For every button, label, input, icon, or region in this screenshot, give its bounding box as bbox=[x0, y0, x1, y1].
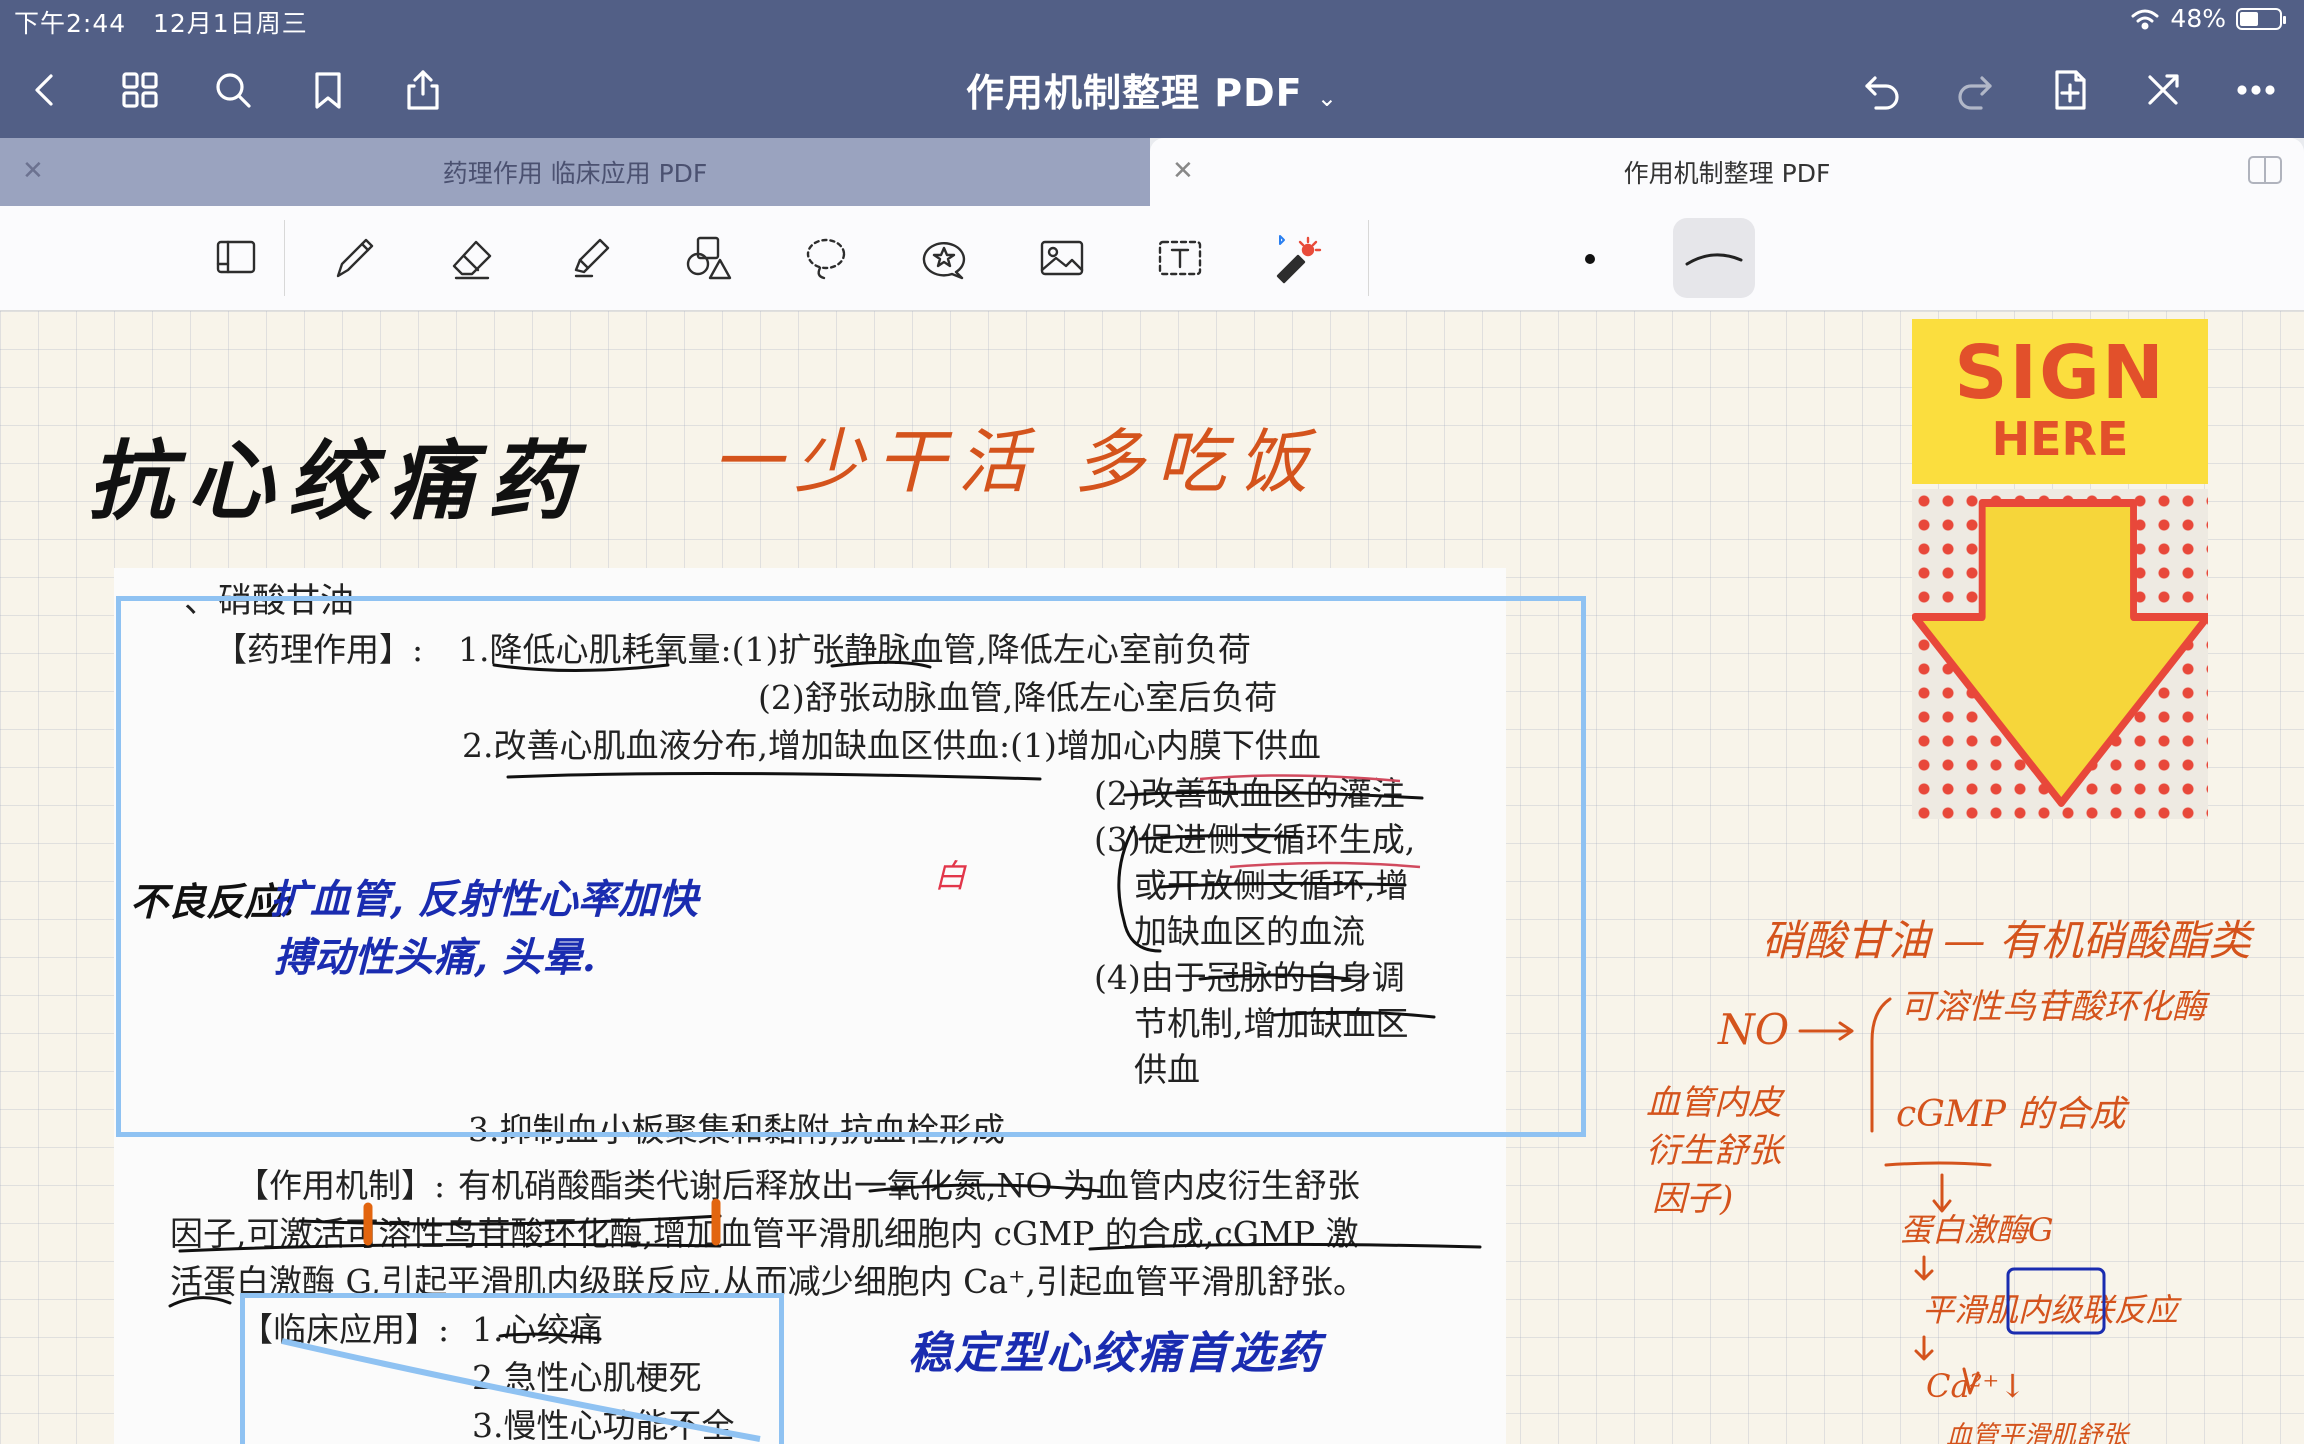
close-icon[interactable]: ✕ bbox=[1172, 156, 1194, 186]
status-indicators: 48% bbox=[2130, 4, 2286, 33]
close-icon[interactable]: ✕ bbox=[22, 156, 44, 186]
tab-label: 作用机制整理 PDF bbox=[1623, 159, 1831, 188]
tab-bar: ✕ 药理作用 临床应用 PDF ✕ 作用机制整理 PDF bbox=[0, 138, 2304, 206]
pages-tool[interactable] bbox=[202, 224, 270, 292]
eraser-tool[interactable] bbox=[438, 224, 506, 292]
battery-percent: 48% bbox=[2170, 4, 2226, 33]
lasso-tool[interactable] bbox=[792, 224, 860, 292]
text-tool[interactable] bbox=[1146, 224, 1214, 292]
image-icon bbox=[1040, 240, 1084, 276]
sticker-icon bbox=[922, 242, 966, 280]
pages-icon bbox=[216, 240, 256, 274]
laser-pointer-tool[interactable] bbox=[1262, 224, 1330, 292]
undo-button[interactable] bbox=[1852, 60, 1912, 120]
sticker-tool[interactable] bbox=[910, 224, 978, 292]
lasso-icon bbox=[806, 238, 846, 280]
highlighter-icon bbox=[574, 238, 610, 278]
undo-icon bbox=[1865, 76, 1899, 110]
laser-pointer-icon bbox=[1276, 235, 1322, 284]
arrow-down-icon bbox=[1911, 499, 2211, 807]
tab-label: 药理作用 临床应用 PDF bbox=[442, 159, 708, 188]
wifi-icon bbox=[2131, 9, 2159, 29]
close-icon bbox=[2148, 74, 2179, 105]
split-view-icon[interactable] bbox=[2248, 156, 2282, 184]
redo-icon bbox=[1958, 76, 1992, 110]
image-tool[interactable] bbox=[1028, 224, 1096, 292]
pen-size-dot[interactable] bbox=[1585, 254, 1595, 264]
close-document-button[interactable] bbox=[2133, 60, 2193, 120]
add-page-button[interactable] bbox=[2040, 60, 2100, 120]
sign-arrow-sticker[interactable] bbox=[1911, 489, 2211, 819]
more-button[interactable] bbox=[2226, 60, 2286, 120]
text-icon bbox=[1158, 240, 1202, 276]
tab-mechanism-pdf[interactable]: ✕ 作用机制整理 PDF bbox=[1150, 138, 2304, 206]
pen-icon bbox=[336, 238, 374, 278]
eraser-icon bbox=[452, 240, 492, 280]
highlighter-tool[interactable] bbox=[556, 224, 624, 292]
shapes-tool[interactable] bbox=[674, 224, 742, 292]
more-icon bbox=[2237, 85, 2275, 95]
sign-here-sticker[interactable]: SIGN HERE bbox=[1912, 319, 2208, 484]
note-canvas[interactable]: 抗心绞痛药 一少干活 多吃饭 一、硝酸甘油 【药理作用】: 1.降低心肌耗氧量:… bbox=[0, 311, 2304, 1444]
tool-bar bbox=[0, 206, 2304, 311]
tab-pharmacology-pdf[interactable]: ✕ 药理作用 临床应用 PDF bbox=[0, 138, 1150, 206]
shapes-icon bbox=[686, 236, 732, 280]
battery-icon bbox=[2236, 7, 2286, 30]
pen-tool[interactable] bbox=[320, 224, 388, 292]
add-page-icon bbox=[2055, 70, 2086, 110]
stroke-style-icon bbox=[1685, 253, 1743, 266]
navigation-bar: 下午2:44 12月1日周三 48% 作用机制整理 PDF ⌄ bbox=[0, 0, 2304, 138]
annotation-strokes bbox=[168, 660, 1482, 1442]
chevron-down-icon: ⌄ bbox=[1316, 84, 1338, 112]
pen-stroke-style[interactable] bbox=[1673, 218, 1755, 298]
redo-button[interactable] bbox=[1945, 60, 2005, 120]
status-time: 下午2:44 12月1日周三 bbox=[14, 9, 308, 38]
